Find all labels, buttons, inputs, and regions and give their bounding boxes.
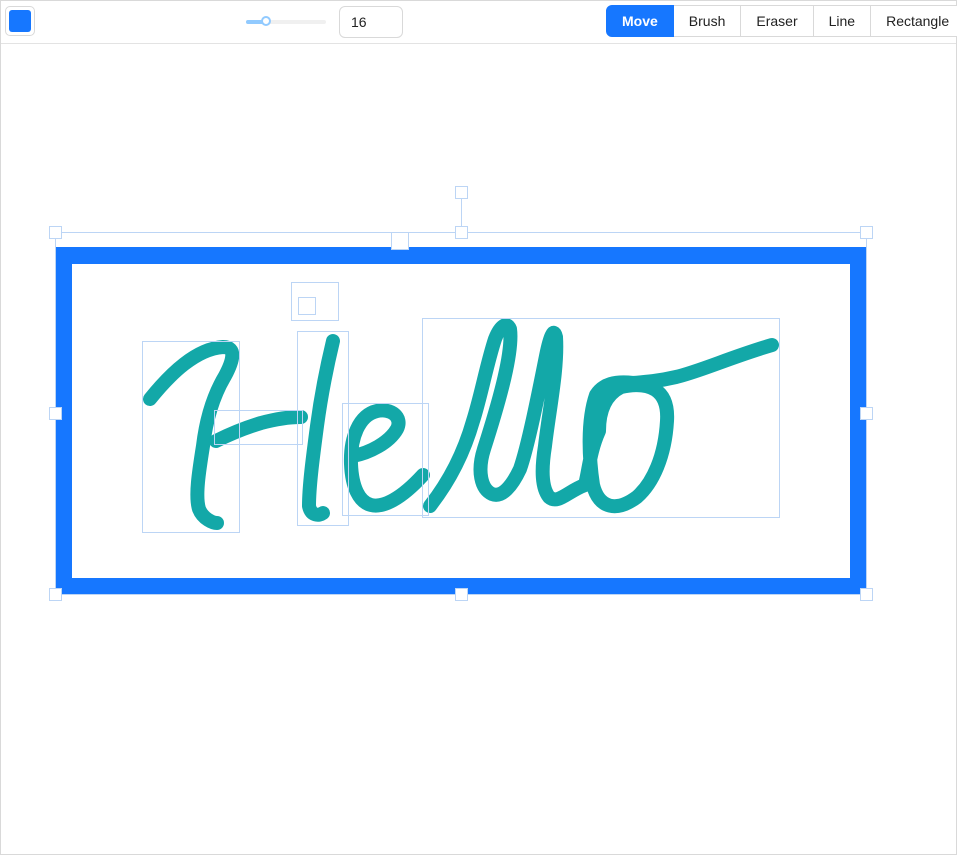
- tool-rectangle[interactable]: Rectangle: [870, 5, 957, 37]
- tool-line[interactable]: Line: [812, 5, 872, 37]
- tool-eraser[interactable]: Eraser: [740, 5, 814, 37]
- handle-bottom-mid[interactable]: [455, 588, 468, 601]
- tool-brush[interactable]: Brush: [672, 5, 742, 37]
- transform-box: [55, 232, 867, 595]
- handle-mid-left[interactable]: [49, 407, 62, 420]
- rectangle-shape[interactable]: [55, 247, 867, 595]
- toolbar: Move Brush Eraser Line Rectangle: [1, 1, 957, 44]
- brush-size-input[interactable]: [339, 6, 403, 38]
- handle-top-left[interactable]: [49, 226, 62, 239]
- handle-mid-right[interactable]: [860, 407, 873, 420]
- stroke-h-bar[interactable]: [209, 410, 308, 448]
- color-picker-button[interactable]: [5, 6, 35, 36]
- rotate-handle[interactable]: [455, 186, 468, 199]
- slider-handle[interactable]: [261, 16, 271, 26]
- handle-top-mid[interactable]: [455, 226, 468, 239]
- drawing-app: Move Brush Eraser Line Rectangle: [0, 0, 957, 855]
- stroke-llo[interactable]: [423, 318, 779, 514]
- stroke-h-right[interactable]: [302, 334, 340, 522]
- inner-anchor-square[interactable]: [298, 297, 316, 315]
- handle-bottom-right[interactable]: [860, 588, 873, 601]
- stroke-e[interactable]: [343, 403, 430, 513]
- drawing-canvas[interactable]: [1, 44, 956, 855]
- handle-bottom-left[interactable]: [49, 588, 62, 601]
- inner-anchor-top[interactable]: [391, 232, 409, 250]
- tool-selector: Move Brush Eraser Line Rectangle: [606, 5, 957, 37]
- color-swatch: [9, 10, 31, 32]
- tool-move[interactable]: Move: [606, 5, 674, 37]
- handwriting-group: [143, 318, 779, 530]
- brush-size-slider[interactable]: [246, 13, 326, 29]
- handle-top-right[interactable]: [860, 226, 873, 239]
